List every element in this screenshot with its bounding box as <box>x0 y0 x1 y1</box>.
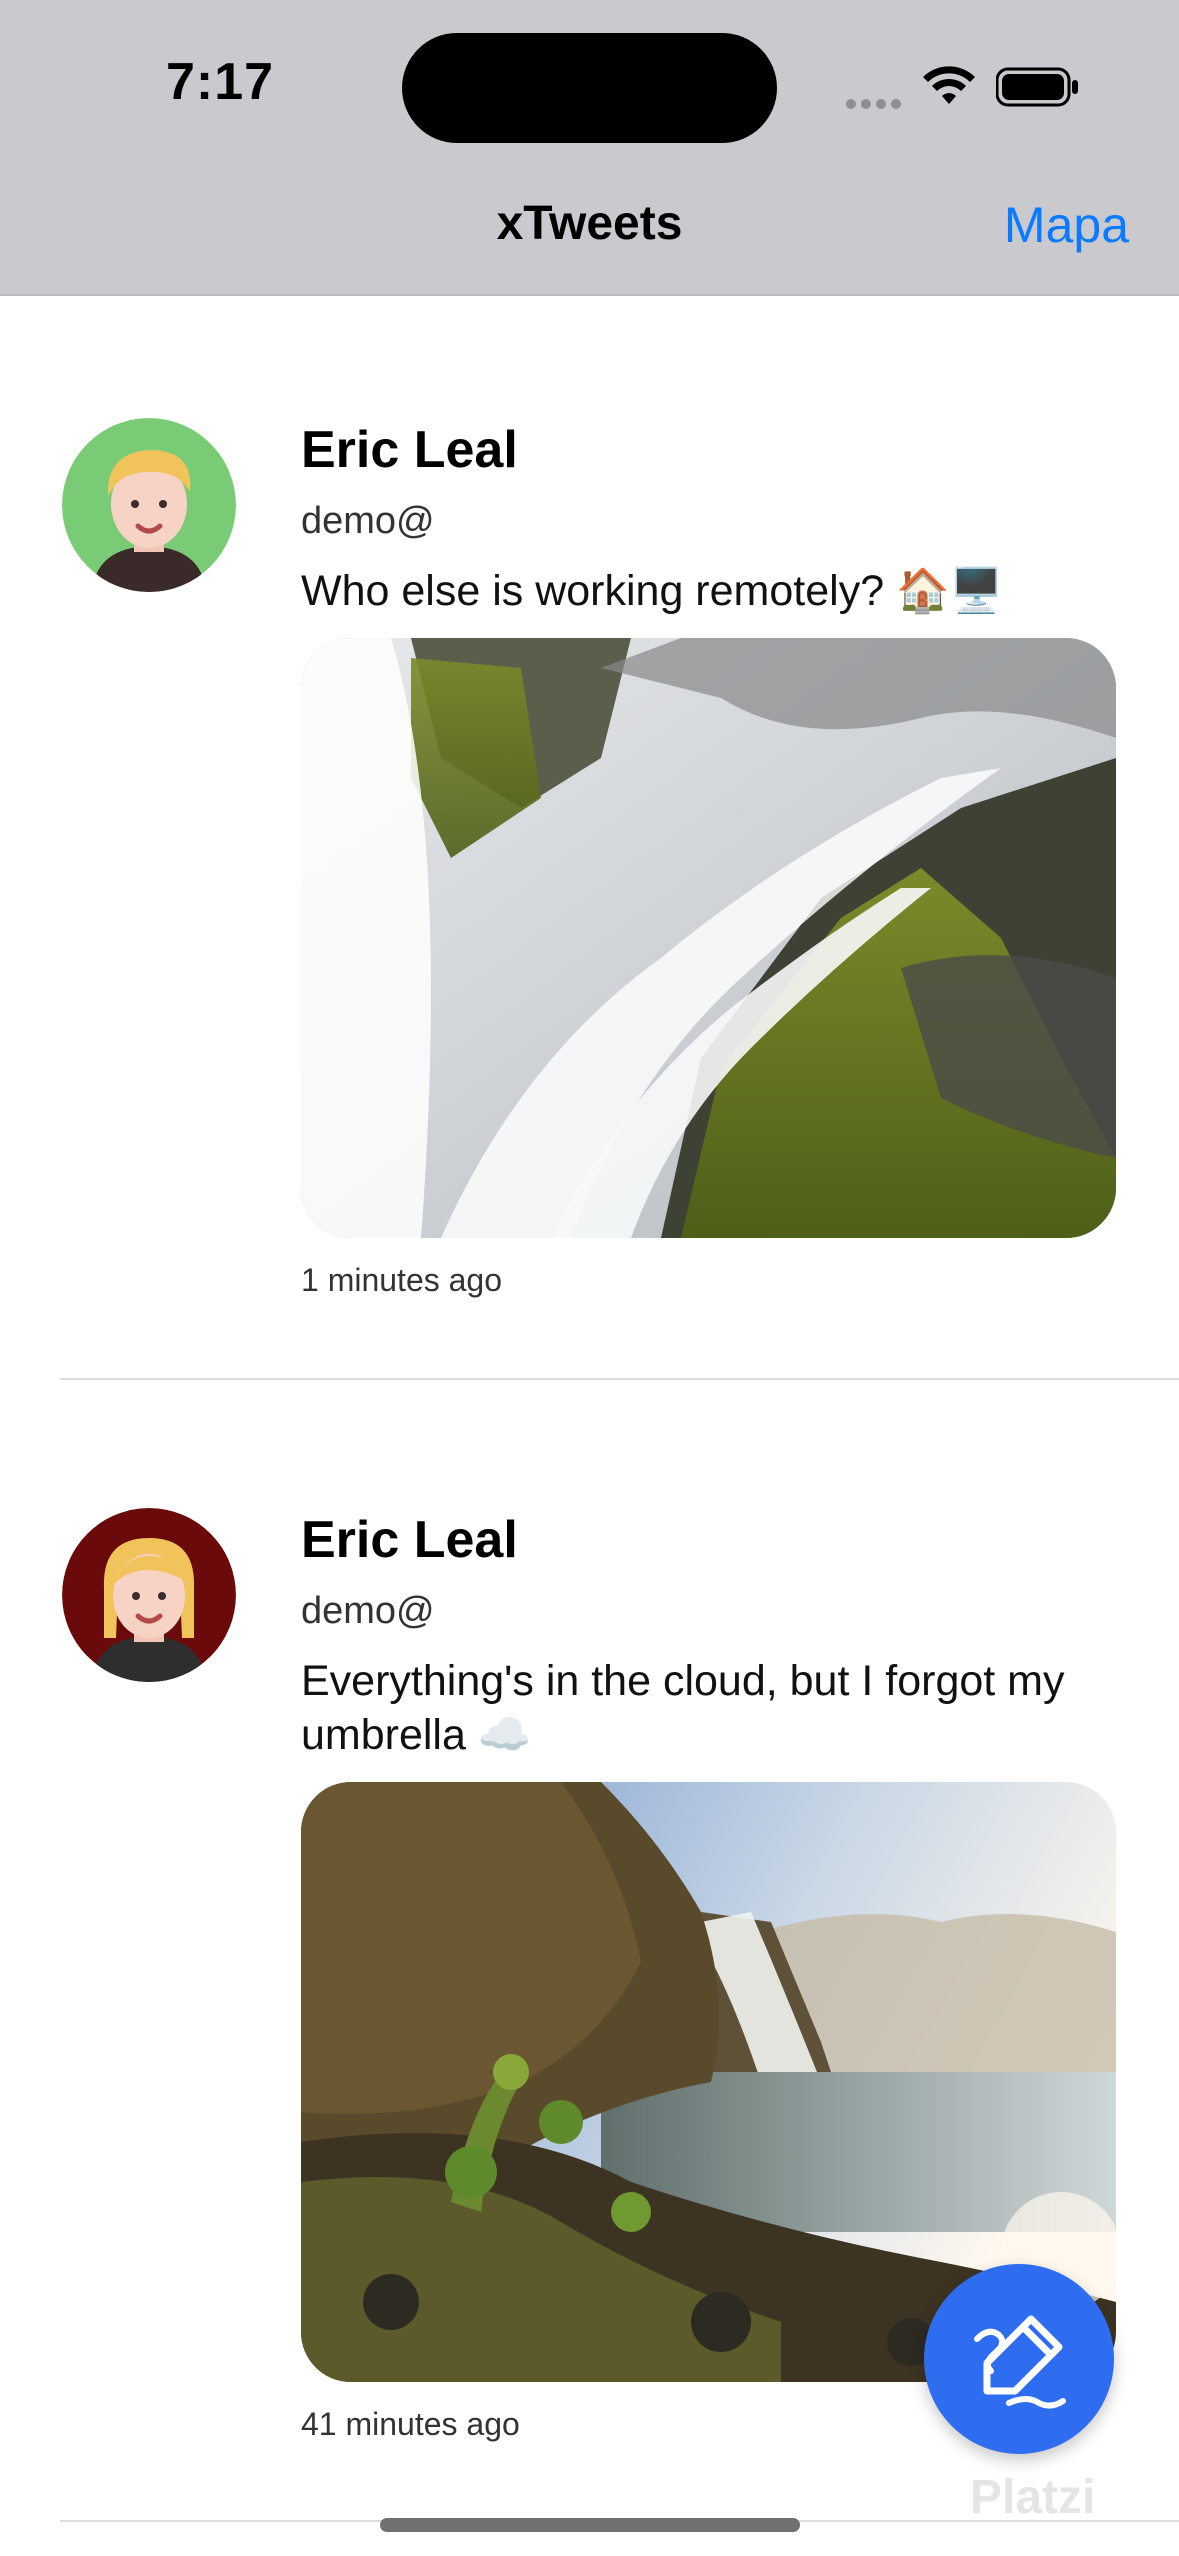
tweet-author-handle: demo@ <box>301 500 435 542</box>
watermark-logo: Platzi <box>970 2471 1096 2524</box>
tweet-text: Everything's in the cloud, but I forgot … <box>301 1657 1065 1759</box>
home-indicator[interactable] <box>380 2518 800 2532</box>
dynamic-island <box>402 33 777 143</box>
tweet-text: Who else is working remotely? 🏠🖥️ <box>301 567 1004 615</box>
tweet-author-name: Eric Leal <box>301 421 518 479</box>
tweet-author-handle: demo@ <box>301 1590 435 1632</box>
avatar[interactable] <box>62 418 236 592</box>
app-screen: 7:17 xTweets Mapa Eric Leal demo@ Who el… <box>0 0 1179 2556</box>
tweet-author-name: Eric Leal <box>301 1511 518 1569</box>
cellular-signal-icon <box>846 96 906 109</box>
map-button[interactable]: Mapa <box>1004 196 1129 254</box>
avatar[interactable] <box>62 1508 236 1682</box>
status-time: 7:17 <box>166 53 275 111</box>
tweet-card[interactable]: Eric Leal demo@ Who else is working remo… <box>0 296 1179 1380</box>
divider <box>60 1378 1179 1380</box>
tweet-body: Eric Leal demo@ Who else is working remo… <box>301 418 1116 1300</box>
tweet-timestamp: 1 minutes ago <box>301 1262 503 1298</box>
battery-icon <box>996 67 1078 107</box>
nav-title: xTweets <box>496 197 683 250</box>
navigation-header: 7:17 xTweets Mapa <box>0 0 1179 296</box>
compose-pencil-icon <box>974 2315 1066 2409</box>
wifi-icon <box>923 66 975 104</box>
compose-button[interactable] <box>924 2264 1114 2454</box>
tweet-image[interactable] <box>301 638 1116 1238</box>
